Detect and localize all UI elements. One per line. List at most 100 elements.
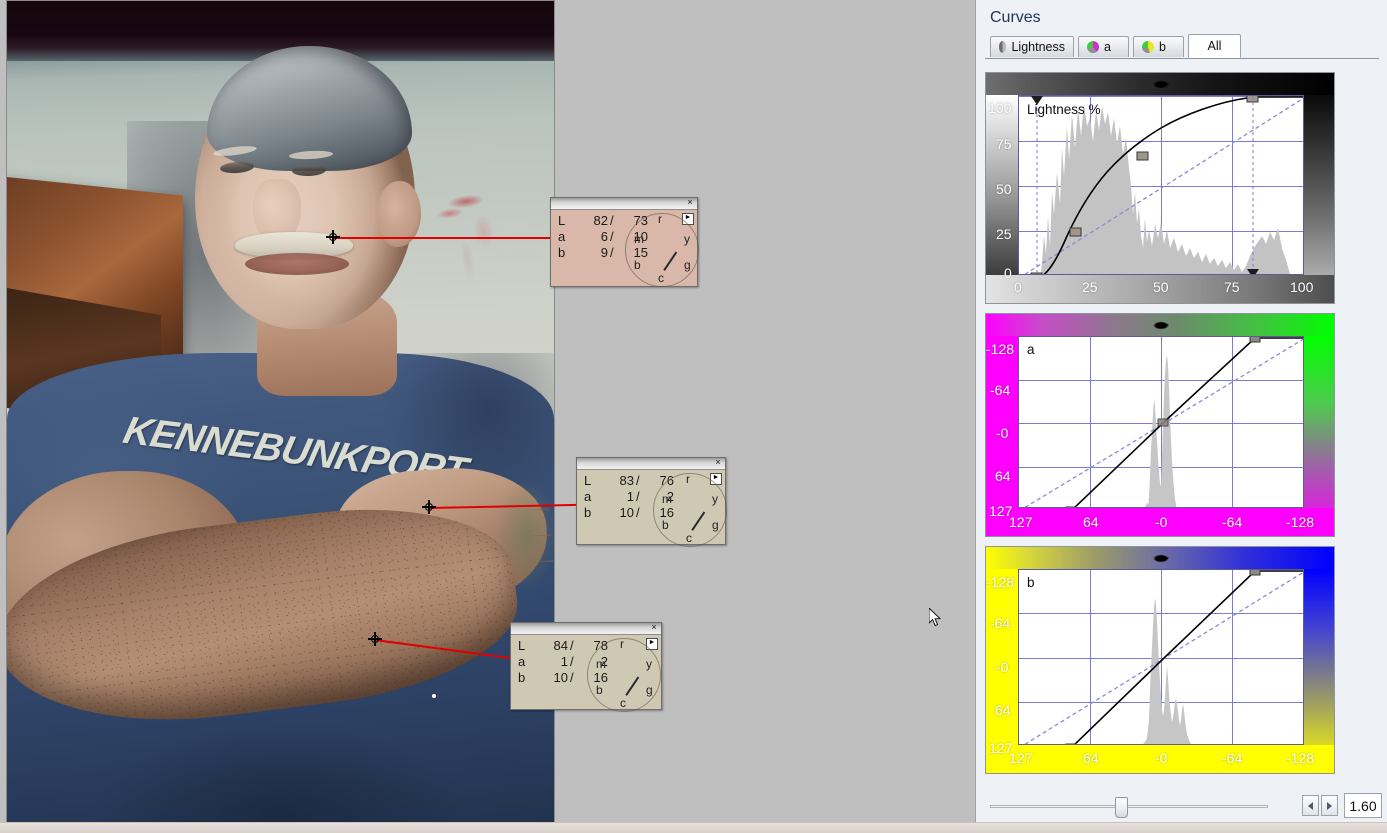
value-separator: /: [636, 505, 640, 520]
a-channel-wheel-icon: [1087, 41, 1099, 53]
lightness-xtick-25: 25: [1082, 279, 1098, 295]
close-icon[interactable]: ×: [649, 623, 659, 633]
tab-a[interactable]: a: [1078, 36, 1129, 57]
b-ytick--0: -0: [996, 659, 1009, 675]
wheel-label-b: b: [662, 518, 669, 532]
wheel-label-m: m: [662, 492, 672, 506]
sample-point-marker-1[interactable]: [326, 230, 340, 244]
zoom-increase-button[interactable]: [1321, 795, 1338, 816]
lightness-curve-panel[interactable]: Lightness % 100 75 50 25 0 0 25 50 75 10…: [985, 72, 1335, 304]
a-plot[interactable]: a: [1018, 336, 1304, 508]
channel-label: L: [558, 213, 566, 228]
image-workspace[interactable]: KENNEBUNKPORT × ► L 82 / 73 a 6 / 10 b 9…: [0, 0, 975, 833]
a-xtick--128: -128: [1286, 514, 1315, 530]
tab-b[interactable]: b: [1133, 36, 1184, 57]
b-curve-panel[interactable]: b -128 -64 -0 64 127 127 64 -0 -64 -128: [985, 546, 1335, 774]
a-panel-grabber[interactable]: [1152, 321, 1170, 330]
wheel-label-y: y: [684, 232, 690, 246]
wheel-label-g: g: [684, 258, 691, 272]
color-readout-3[interactable]: × ► L 84 / 78 a 1 / 2 b 10 / 16 r y g c …: [510, 622, 662, 712]
channel-label: L: [518, 638, 526, 653]
color-wheel-indicator: r y g c b m: [653, 472, 727, 547]
value-separator: /: [570, 638, 574, 653]
wheel-needle: [691, 511, 706, 531]
wheel-label-b: b: [596, 683, 603, 697]
value-before: 1: [560, 654, 568, 669]
lightness-plot-title: Lightness %: [1027, 102, 1101, 117]
wheel-label-y: y: [646, 657, 652, 671]
b-xtick--128: -128: [1286, 750, 1315, 766]
lightness-ytick-100: 100: [988, 100, 1012, 116]
sample-point-marker-2[interactable]: [422, 500, 436, 514]
b-plot[interactable]: b: [1018, 569, 1304, 745]
a-ytick--64: -64: [990, 382, 1011, 398]
wheel-needle: [663, 251, 678, 271]
wheel-label-b: b: [634, 258, 641, 272]
lightness-xtick-0: 0: [1014, 279, 1022, 295]
a-curve-plot: [1024, 337, 1303, 507]
lightness-panel-grabber[interactable]: [1152, 80, 1170, 89]
value-before: 10: [553, 670, 568, 685]
b-xtick--64: -64: [1222, 750, 1243, 766]
b-ytick--64: -64: [990, 615, 1011, 631]
lightness-plot[interactable]: Lightness %: [1018, 95, 1304, 275]
lightness-xtick-75: 75: [1224, 279, 1240, 295]
value-separator: /: [636, 489, 640, 504]
application-window: KENNEBUNKPORT × ► L 82 / 73 a 6 / 10 b 9…: [0, 0, 1387, 833]
b-gradient-right: [1304, 569, 1334, 773]
curves-panel: Curves Lightness a b All Lightness % 100…: [975, 0, 1387, 833]
status-bar: [0, 822, 1387, 833]
zoom-slider-thumb[interactable]: [1115, 797, 1128, 818]
photograph: KENNEBUNKPORT: [7, 1, 554, 823]
channel-label: b: [558, 245, 566, 260]
value-before: 83: [619, 473, 634, 488]
color-wheel-indicator: r y g c b m: [625, 212, 699, 287]
b-curve-plot: [1024, 570, 1303, 744]
lightness-ytick-50: 50: [996, 181, 1012, 197]
image-canvas[interactable]: KENNEBUNKPORT: [6, 0, 555, 824]
b-panel-grabber[interactable]: [1152, 554, 1170, 563]
a-xtick-127: 127: [1009, 514, 1033, 530]
value-before: 84: [553, 638, 568, 653]
lightness-gradient-left: [986, 95, 1018, 303]
tab-label: Lightness: [1011, 40, 1065, 54]
sample-leader-line-1: [333, 237, 551, 239]
sample-point-marker-3[interactable]: [368, 632, 382, 646]
value-separator: /: [570, 670, 574, 685]
a-ytick-64: 64: [995, 468, 1011, 484]
tab-strip: Lightness a b All: [985, 34, 1379, 59]
close-icon[interactable]: ×: [713, 458, 723, 468]
value-separator: /: [610, 229, 614, 244]
wheel-label-r: r: [620, 637, 624, 651]
readout-titlebar[interactable]: ×: [577, 458, 725, 470]
readout-titlebar[interactable]: ×: [511, 623, 661, 635]
value-separator: /: [610, 213, 614, 228]
a-histogram: [1145, 355, 1177, 507]
value-before: 9: [600, 245, 608, 260]
a-ytick--128: -128: [986, 341, 1015, 357]
zoom-toolbar: 1.60: [976, 791, 1387, 821]
tab-lightness[interactable]: Lightness: [990, 36, 1074, 57]
color-readout-1[interactable]: × ► L 82 / 73 a 6 / 10 b 9 / 15 r y g c …: [550, 197, 699, 287]
a-xtick--0: -0: [1155, 514, 1168, 530]
tab-all[interactable]: All: [1188, 34, 1241, 58]
zoom-level-value[interactable]: 1.60: [1344, 793, 1382, 818]
a-xtick-64: 64: [1083, 514, 1099, 530]
b-plot-title: b: [1027, 575, 1035, 590]
tab-label: All: [1207, 39, 1222, 53]
color-readout-2[interactable]: × ► L 83 / 76 a 1 / 2 b 10 / 16 r y g c …: [576, 457, 727, 547]
zoom-slider-track[interactable]: [990, 805, 1268, 808]
tab-label: a: [1104, 40, 1111, 54]
close-icon[interactable]: ×: [685, 198, 695, 208]
value-before: 82: [593, 213, 608, 228]
lightness-ytick-75: 75: [996, 136, 1012, 152]
lightness-curve-plot: [1024, 96, 1303, 274]
wheel-label-r: r: [658, 212, 662, 226]
zoom-decrease-button[interactable]: [1302, 795, 1319, 816]
channel-label: a: [584, 489, 592, 504]
lightness-wheel-icon: [999, 41, 1007, 53]
readout-titlebar[interactable]: ×: [551, 198, 697, 210]
a-curve-panel[interactable]: a -128 -64 -0 64 127 127 64 -0 -64 -128: [985, 313, 1335, 537]
a-plot-title: a: [1027, 342, 1035, 357]
wheel-label-m: m: [596, 657, 606, 671]
